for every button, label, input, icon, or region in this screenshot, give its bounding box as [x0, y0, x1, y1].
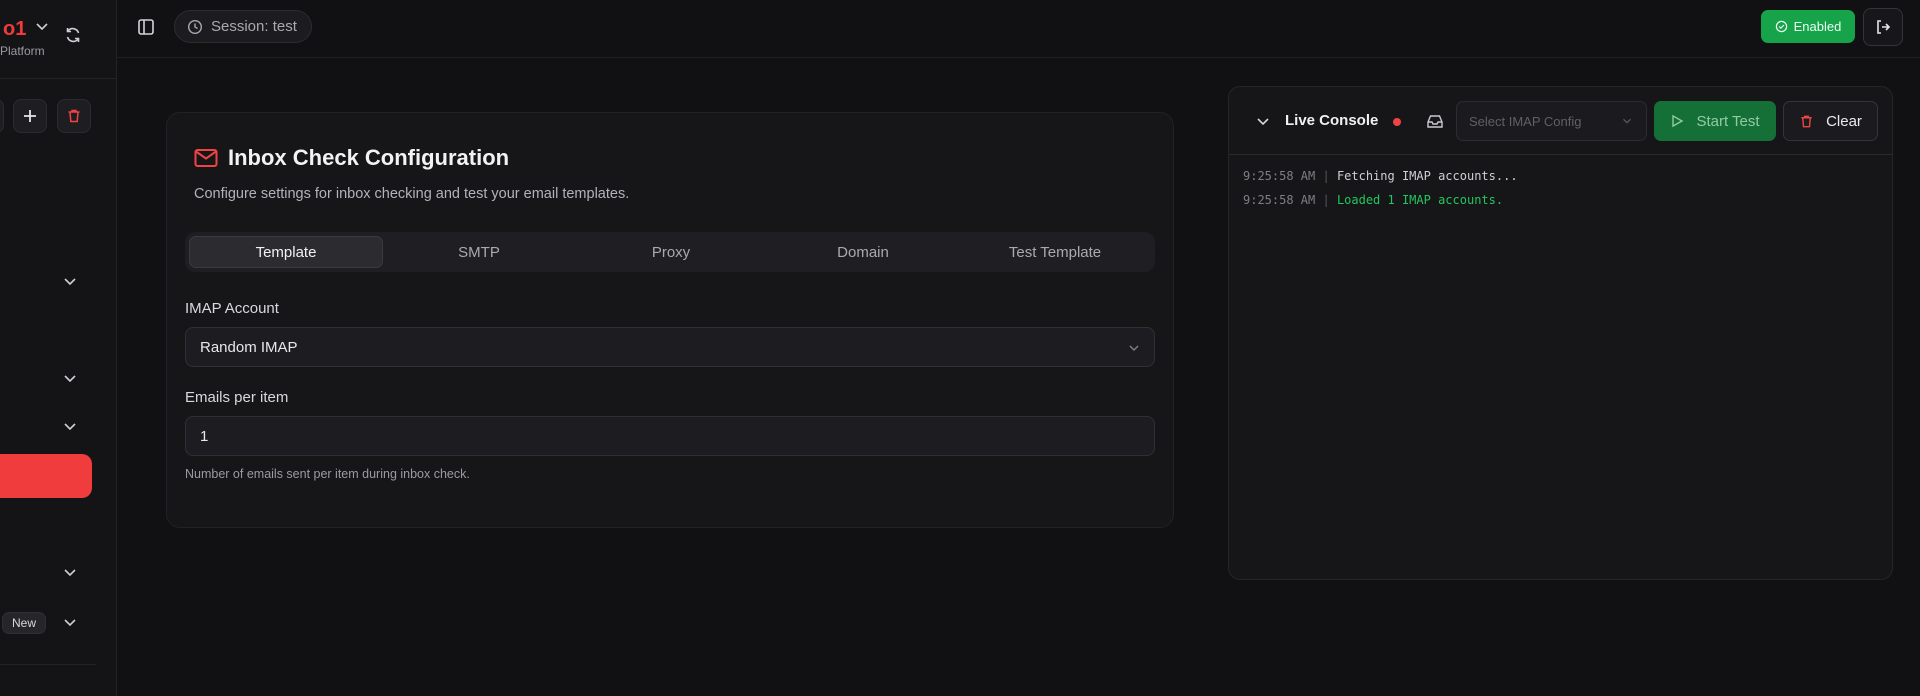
log-line: 9:25:58 AM | Loaded 1 IMAP accounts. [1243, 193, 1503, 207]
trash-icon [68, 109, 80, 123]
console-header: Live Console Select IMAP Config Start Te… [1229, 87, 1892, 155]
sidebar-divider [0, 664, 96, 665]
logout-icon [1877, 20, 1891, 34]
chevron-down-icon[interactable] [62, 370, 78, 386]
refresh-icon[interactable] [63, 25, 83, 45]
play-icon [1672, 114, 1684, 128]
log-separator: | [1315, 193, 1337, 207]
log-line: 9:25:58 AM | Fetching IMAP accounts... [1243, 169, 1518, 183]
card-header: Inbox Check Configuration [194, 145, 509, 171]
emails-per-item-help: Number of emails sent per item during in… [185, 467, 470, 481]
chevron-down-icon[interactable] [62, 564, 78, 580]
mail-icon [194, 149, 218, 167]
emails-per-item-input[interactable] [185, 416, 1155, 456]
delete-button[interactable] [57, 99, 91, 133]
chevron-down-icon[interactable] [1255, 113, 1271, 129]
card-description: Configure settings for inbox checking an… [194, 186, 630, 202]
add-button[interactable] [13, 99, 47, 133]
tab-test-template[interactable]: Test Template [959, 236, 1151, 268]
enabled-button[interactable]: Enabled [1761, 10, 1855, 43]
logout-button[interactable] [1863, 8, 1903, 46]
inbox-icon [1427, 115, 1443, 128]
sidebar: o1 Platform New [0, 0, 117, 696]
tab-smtp[interactable]: SMTP [383, 236, 575, 268]
sidebar-divider [0, 78, 117, 79]
log-separator: | [1315, 169, 1337, 183]
imap-account-label: IMAP Account [185, 300, 279, 317]
chevron-down-icon[interactable] [34, 18, 50, 34]
session-pill[interactable]: Session: test [174, 10, 312, 43]
new-badge: New [2, 612, 47, 634]
log-message: Loaded 1 IMAP accounts. [1336, 193, 1504, 207]
clear-button[interactable]: Clear [1783, 101, 1878, 141]
imap-account-value: Random IMAP [200, 338, 298, 356]
live-status-dot [1393, 118, 1401, 126]
brand[interactable]: o1 Platform [0, 12, 117, 62]
log-message: Fetching IMAP accounts... [1336, 169, 1518, 183]
session-label: Session: test [211, 18, 297, 35]
config-tabs: Template SMTP Proxy Domain Test Template [185, 232, 1155, 272]
chevron-down-icon [1129, 345, 1139, 352]
emails-per-item-label: Emails per item [185, 389, 289, 406]
brand-subtitle: Platform [0, 44, 45, 58]
imap-config-placeholder: Select IMAP Config [1469, 113, 1582, 129]
chevron-down-icon[interactable] [62, 273, 78, 289]
sidebar-toggle-icon[interactable] [136, 17, 156, 37]
clear-label: Clear [1826, 112, 1862, 130]
log-time: 9:25:58 AM [1243, 193, 1316, 207]
tab-template[interactable]: Template [189, 236, 383, 268]
brand-name: o1 [3, 18, 27, 40]
card-title: Inbox Check Configuration [228, 145, 510, 170]
enabled-label: Enabled [1793, 19, 1842, 34]
check-circle-icon [1775, 20, 1787, 33]
plus-icon [24, 110, 36, 122]
chevron-down-icon[interactable] [62, 418, 78, 434]
log-time: 9:25:58 AM [1243, 169, 1316, 183]
start-test-button[interactable]: Start Test [1654, 101, 1776, 141]
tab-domain[interactable]: Domain [767, 236, 959, 268]
sidebar-select[interactable] [0, 99, 4, 133]
imap-account-select[interactable]: Random IMAP [185, 327, 1155, 367]
start-test-label: Start Test [1696, 112, 1760, 130]
console-title: Live Console [1285, 112, 1379, 129]
live-console: Live Console Select IMAP Config Start Te… [1228, 86, 1893, 580]
topbar: Session: test Enabled [117, 0, 1920, 58]
clock-icon [187, 19, 203, 34]
sidebar-item-active[interactable] [0, 454, 92, 498]
tab-proxy[interactable]: Proxy [575, 236, 767, 268]
chevron-down-icon [1623, 118, 1631, 124]
trash-icon [1801, 115, 1812, 127]
inbox-check-config-card: Inbox Check Configuration Configure sett… [166, 112, 1174, 528]
imap-config-select[interactable]: Select IMAP Config [1456, 101, 1647, 141]
chevron-down-icon[interactable] [62, 614, 78, 630]
